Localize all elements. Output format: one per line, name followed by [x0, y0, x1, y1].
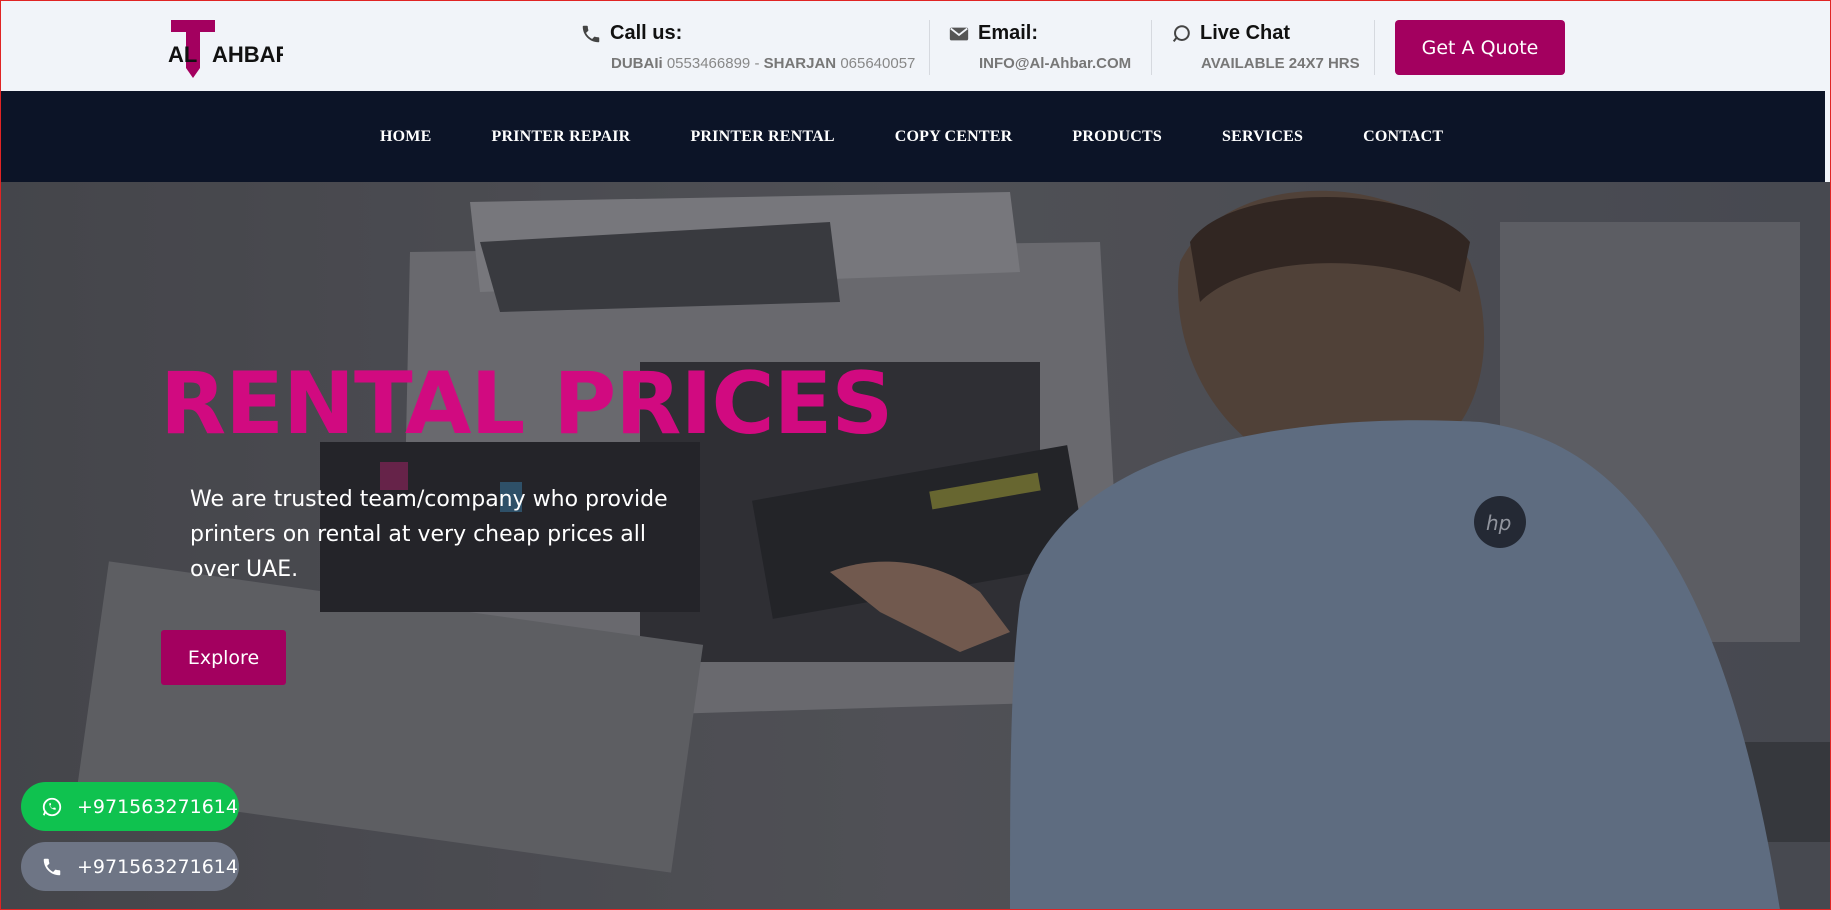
nav-item-contact[interactable]: CONTACT	[1363, 128, 1443, 146]
get-quote-button[interactable]: Get A Quote	[1395, 20, 1565, 75]
hero-banner: hp RENTAL PRICES We are trusted team/com…	[0, 182, 1831, 910]
phone-separator: -	[754, 55, 760, 72]
svg-text:AL: AL	[168, 42, 197, 67]
nav-item-printer-repair[interactable]: PRINTER REPAIR	[491, 128, 630, 146]
call-number: +971563271614	[77, 855, 238, 878]
phone-icon	[41, 856, 63, 878]
live-chat-availability: AVAILABLE 24X7 HRS	[1201, 55, 1360, 72]
explore-button[interactable]: Explore	[161, 630, 286, 685]
nav-item-copy-center[interactable]: COPY CENTER	[895, 128, 1013, 146]
whatsapp-number: +971563271614	[77, 795, 238, 818]
nav-item-services[interactable]: SERVICES	[1222, 128, 1303, 146]
main-nav: HOME PRINTER REPAIR PRINTER RENTAL COPY …	[0, 91, 1825, 182]
live-chat-title: Live Chat	[1200, 22, 1291, 44]
chat-icon	[1170, 23, 1192, 45]
header-divider	[1374, 20, 1375, 75]
call-us-title: Call us:	[610, 22, 683, 44]
live-chat-block[interactable]: Live Chat AVAILABLE 24X7 HRS	[1170, 22, 1360, 72]
phone-sharjah[interactable]: 065640057	[840, 55, 915, 72]
svg-text:AHBAR: AHBAR	[212, 42, 283, 67]
city-dubai: DUBAIi	[611, 55, 663, 72]
call-us-block: Call us: DUBAIi 0553466899 - SHARJAN 065…	[580, 22, 915, 72]
nav-item-home[interactable]: HOME	[380, 128, 431, 146]
call-button[interactable]: +971563271614	[21, 842, 239, 891]
hero-title: RENTAL PRICES	[160, 354, 893, 454]
hero-description: We are trusted team/company who provide …	[190, 487, 668, 582]
nav-item-printer-rental[interactable]: PRINTER RENTAL	[690, 128, 834, 146]
phone-icon	[580, 23, 602, 45]
header-divider	[929, 20, 930, 75]
email-address[interactable]: INFO@Al-Ahbar.COM	[948, 55, 1131, 72]
header-divider	[1151, 20, 1152, 75]
nav-item-products[interactable]: PRODUCTS	[1072, 128, 1162, 146]
whatsapp-icon	[41, 796, 63, 818]
envelope-icon	[948, 23, 970, 45]
city-sharjah: SHARJAN	[763, 55, 837, 72]
top-header: AL AHBAR Call us: DUBAIi 0553466899 - SH…	[0, 0, 1831, 91]
phone-numbers: DUBAIi 0553466899 - SHARJAN 065640057	[580, 55, 915, 72]
email-block: Email: INFO@Al-Ahbar.COM	[948, 22, 1131, 72]
phone-dubai[interactable]: 0553466899	[667, 55, 750, 72]
whatsapp-button[interactable]: +971563271614	[21, 782, 239, 831]
site-logo[interactable]: AL AHBAR	[168, 18, 292, 78]
email-title: Email:	[978, 22, 1039, 44]
